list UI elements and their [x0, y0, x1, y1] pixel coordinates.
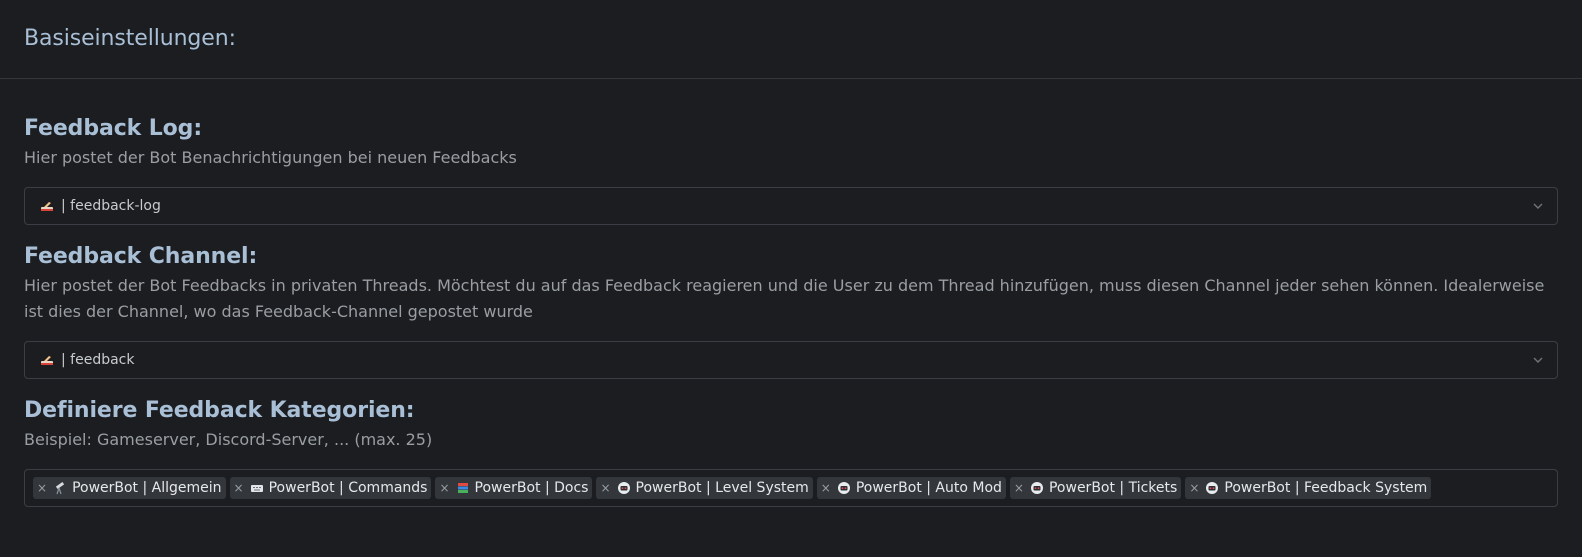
page-header: Basiseinstellungen: [0, 0, 1582, 79]
chevron-down-icon[interactable] [1531, 199, 1545, 213]
keyboard-icon [250, 481, 264, 495]
remove-tag-button[interactable]: × [1014, 481, 1024, 495]
category-tag: × PowerBot | Docs [435, 477, 593, 499]
page-title: Basiseinstellungen: [24, 26, 236, 51]
remove-tag-button[interactable]: × [234, 481, 244, 495]
feedback-log-selected-value: | feedback-log [61, 198, 161, 214]
telescope-icon [53, 481, 67, 495]
writing-hand-icon [39, 352, 55, 368]
settings-content: Feedback Log: Hier postet der Bot Benach… [0, 115, 1582, 507]
category-tag-label: PowerBot | Commands [268, 480, 428, 496]
feedback-log-title: Feedback Log: [24, 116, 203, 141]
remove-tag-button[interactable]: × [37, 481, 47, 495]
chevron-down-icon[interactable] [1531, 353, 1545, 367]
category-tag-label: PowerBot | Tickets [1048, 480, 1178, 496]
feedback-channel-title: Feedback Channel: [24, 244, 258, 269]
category-tag-label: PowerBot | Allgemein [72, 480, 222, 496]
categories-section: Definiere Feedback Kategorien: Beispiel:… [24, 397, 1558, 507]
category-tag-label: PowerBot | Auto Mod [855, 480, 1002, 496]
category-tag: × PowerBot | Level System [596, 477, 813, 499]
robot-icon [617, 481, 631, 495]
category-tag: × PowerBot | Feedback System [1185, 477, 1432, 499]
categories-title: Definiere Feedback Kategorien: [24, 398, 415, 423]
feedback-log-select[interactable]: | feedback-log [24, 187, 1558, 225]
category-tag: × PowerBot | Allgemein [33, 477, 226, 499]
category-tag: × PowerBot | Auto Mod [816, 477, 1006, 499]
categories-tag-input[interactable]: × PowerBot | Allgemein × PowerBot | Comm… [24, 469, 1558, 507]
remove-tag-button[interactable]: × [439, 481, 449, 495]
robot-icon [1030, 481, 1044, 495]
category-tag: × PowerBot | Tickets [1009, 477, 1182, 499]
feedback-channel-select[interactable]: | feedback [24, 341, 1558, 379]
books-icon [456, 481, 470, 495]
settings-page: Basiseinstellungen: Feedback Log: Hier p… [0, 0, 1582, 557]
category-tag: × PowerBot | Commands [229, 477, 432, 499]
category-tag-label: PowerBot | Feedback System [1224, 480, 1428, 496]
robot-icon [1205, 481, 1219, 495]
remove-tag-button[interactable]: × [821, 481, 831, 495]
remove-tag-button[interactable]: × [600, 481, 610, 495]
feedback-channel-description: Hier postet der Bot Feedbacks in private… [24, 276, 1545, 321]
feedback-channel-selected-value: | feedback [61, 352, 135, 368]
writing-hand-icon [39, 198, 55, 214]
category-tag-label: PowerBot | Level System [635, 480, 809, 496]
robot-icon [837, 481, 851, 495]
feedback-log-description: Hier postet der Bot Benachrichtigungen b… [24, 148, 517, 167]
category-tag-label: PowerBot | Docs [474, 480, 589, 496]
feedback-log-section: Feedback Log: Hier postet der Bot Benach… [24, 115, 1558, 225]
categories-description: Beispiel: Gameserver, Discord-Server, ..… [24, 430, 433, 449]
feedback-channel-section: Feedback Channel: Hier postet der Bot Fe… [24, 243, 1558, 379]
remove-tag-button[interactable]: × [1189, 481, 1199, 495]
